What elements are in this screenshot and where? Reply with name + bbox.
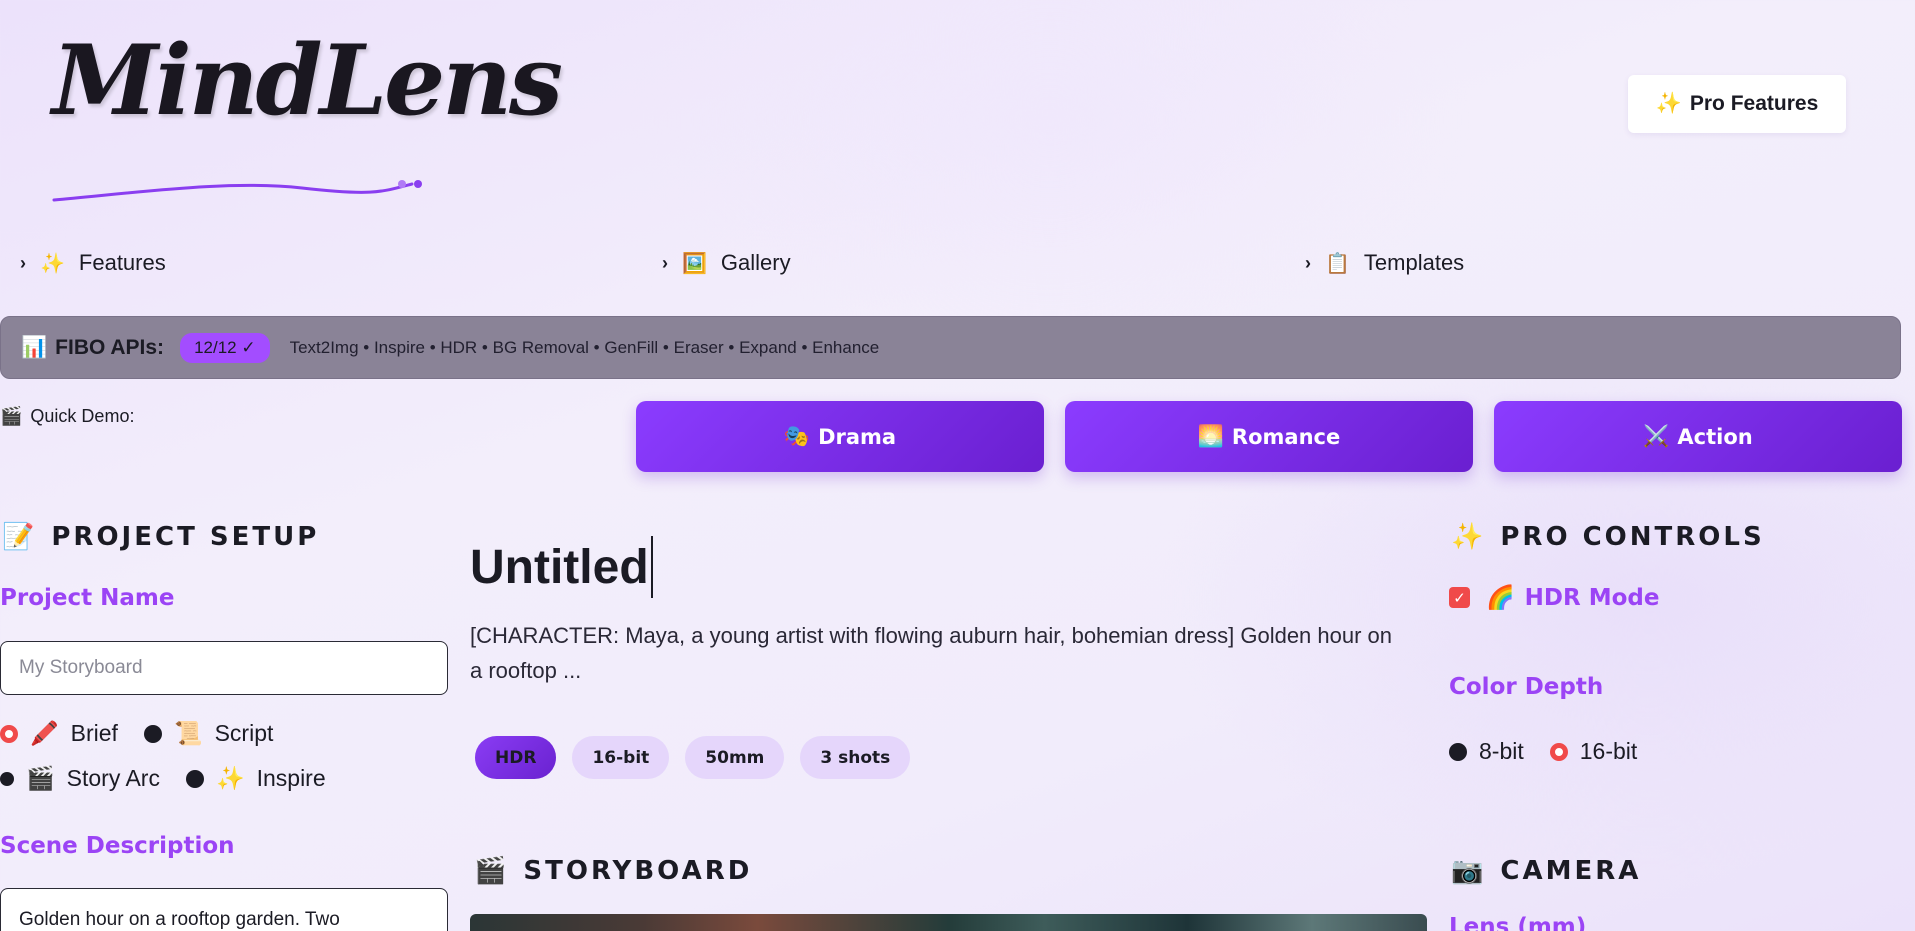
project-title-text: Untitled [470, 540, 649, 594]
nav-label: Gallery [720, 250, 791, 275]
clapperboard-icon: 🎬 [474, 856, 510, 886]
demo-button-label: Romance [1231, 424, 1341, 449]
section-title-text: PRO CONTROLS [1500, 522, 1765, 552]
hdr-mode-label: 🌈 HDR Mode [1486, 584, 1660, 612]
settings-chips: HDR 16-bit 50mm 3 shots [475, 736, 911, 779]
nav-features[interactable]: › ✨ Features [20, 250, 166, 276]
scene-description-textarea[interactable]: Golden hour on a rooftop garden. Two [0, 888, 448, 931]
clapperboard-icon: 🎬 [26, 765, 55, 791]
sparkles-icon: ✨ [215, 765, 245, 791]
radio-label: Story Arc [66, 765, 160, 791]
project-name-label: Project Name [0, 585, 175, 611]
color-depth-radios: 8-bit 16-bit [1449, 738, 1637, 765]
logo-text: MindLens [52, 24, 563, 137]
storyboard-heading: 🎬 STORYBOARD [474, 856, 752, 886]
section-title-text: CAMERA [1500, 856, 1642, 886]
project-title[interactable]: Untitled [470, 536, 653, 598]
color-depth-label: Color Depth [1449, 674, 1604, 700]
clipboard-icon: 📋 [1325, 252, 1350, 275]
chevron-right-icon: › [1305, 252, 1311, 273]
radio-label: 16-bit [1579, 738, 1638, 764]
radio-selected-icon [0, 724, 18, 743]
masks-icon: 🎭 [783, 424, 811, 448]
radio-selected-icon [1549, 742, 1568, 761]
nav-gallery[interactable]: › 🖼️ Gallery [662, 250, 791, 276]
camera-icon: 📷 [1451, 856, 1487, 886]
nav-label: Templates [1363, 250, 1465, 275]
bar-chart-icon: 📊 [21, 335, 48, 359]
clapperboard-icon: 🎬 [0, 406, 23, 426]
memo-icon: 📝 [2, 522, 38, 552]
crayon-icon: 🖍️ [30, 720, 59, 746]
hdr-mode-text: HDR Mode [1524, 584, 1660, 611]
text-caret [650, 536, 653, 598]
scroll-icon: 📜 [173, 720, 203, 746]
pro-features-button[interactable]: ✨ Pro Features [1628, 75, 1846, 133]
scene-description-label: Scene Description [0, 833, 235, 859]
lens-label: Lens (mm) [1449, 914, 1587, 931]
mode-story-arc-radio[interactable]: 🎬 Story Arc [0, 765, 160, 792]
chevron-right-icon: › [20, 252, 26, 273]
camera-heading: 📷 CAMERA [1451, 856, 1641, 886]
sunrise-icon: 🌅 [1197, 424, 1224, 448]
api-status-bar: 📊 FIBO APIs: 12/12 ✓ Text2Img • Inspire … [0, 316, 1901, 379]
chevron-right-icon: › [662, 252, 668, 273]
logo[interactable]: MindLens [52, 20, 563, 202]
project-setup-heading: 📝 PROJECT SETUP [2, 522, 319, 552]
radio-unselected-icon [0, 771, 14, 786]
demo-drama-button[interactable]: 🎭 Drama [636, 401, 1044, 472]
demo-button-label: Action [1677, 424, 1753, 449]
chip-lens[interactable]: 50mm [685, 736, 785, 779]
rainbow-icon: 🌈 [1486, 585, 1515, 611]
demo-romance-button[interactable]: 🌅 Romance [1065, 401, 1473, 472]
api-list: Text2Img • Inspire • HDR • BG Removal • … [289, 337, 880, 357]
sparkles-icon: ✨ [1451, 522, 1487, 552]
section-title-text: STORYBOARD [523, 856, 753, 886]
mode-inspire-radio[interactable]: ✨ Inspire [185, 765, 326, 792]
logo-swash [52, 180, 422, 202]
nav-row: › ✨ Features › 🖼️ Gallery › 📋 Templates [0, 250, 1915, 284]
radio-label: Brief [70, 720, 118, 746]
demo-action-button[interactable]: ⚔️ Action [1494, 401, 1902, 472]
mode-script-radio[interactable]: 📜 Script [143, 720, 274, 747]
radio-unselected-icon [143, 724, 162, 743]
quick-demo-text: Quick Demo: [30, 406, 135, 426]
hdr-mode-toggle[interactable]: ✓ 🌈 HDR Mode [1449, 584, 1659, 611]
sparkles-icon: ✨ [1655, 92, 1682, 115]
api-label: 📊 FIBO APIs: [21, 336, 164, 360]
quick-demo-label: 🎬 Quick Demo: [0, 406, 134, 427]
radio-label: Script [214, 720, 274, 746]
api-count-badge: 12/12 ✓ [180, 332, 270, 363]
section-title-text: PROJECT SETUP [51, 522, 320, 552]
project-description: [CHARACTER: Maya, a young artist with fl… [470, 623, 1393, 683]
chip-hdr[interactable]: HDR [475, 736, 557, 779]
radio-label: Inspire [256, 765, 326, 791]
demo-button-label: Drama [818, 424, 897, 449]
api-label-text: FIBO APIs: [55, 335, 165, 359]
storyboard-frame-image[interactable] [470, 914, 1427, 931]
crossed-swords-icon: ⚔️ [1643, 424, 1670, 448]
chip-bit-depth[interactable]: 16-bit [572, 736, 670, 779]
pro-features-label: Pro Features [1689, 92, 1819, 115]
radio-unselected-icon [185, 769, 204, 788]
pro-controls-heading: ✨ PRO CONTROLS [1451, 522, 1765, 552]
nav-templates[interactable]: › 📋 Templates [1305, 250, 1464, 276]
sparkles-icon: ✨ [40, 252, 65, 275]
mode-radio-row-1: 🖍️ Brief 📜 Script [0, 720, 273, 747]
mode-brief-radio[interactable]: 🖍️ Brief [0, 720, 118, 747]
chip-shots[interactable]: 3 shots [800, 736, 911, 779]
checkbox-checked-icon[interactable]: ✓ [1449, 587, 1470, 608]
mode-radio-row-2: 🎬 Story Arc ✨ Inspire [0, 765, 326, 792]
depth-16bit-radio[interactable]: 16-bit [1549, 738, 1638, 765]
radio-label: 8-bit [1479, 738, 1524, 764]
project-name-input[interactable] [0, 641, 448, 695]
radio-unselected-icon [1449, 742, 1467, 761]
depth-8bit-radio[interactable]: 8-bit [1449, 738, 1524, 765]
image-icon: 🖼️ [682, 252, 707, 275]
nav-label: Features [78, 250, 166, 275]
